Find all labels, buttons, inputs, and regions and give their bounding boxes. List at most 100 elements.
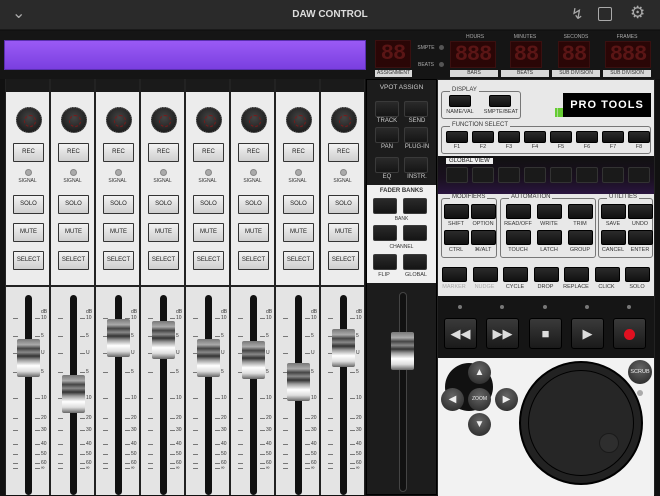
- function-key-button[interactable]: [498, 131, 520, 143]
- fast-forward-button[interactable]: ▶▶: [486, 318, 519, 349]
- nudge-button[interactable]: [472, 267, 498, 282]
- global-view-button[interactable]: [524, 167, 546, 183]
- mute-button[interactable]: MUTE: [103, 223, 134, 242]
- track-button[interactable]: [375, 101, 399, 117]
- automation-button[interactable]: [537, 204, 562, 219]
- select-button[interactable]: SELECT: [238, 251, 269, 270]
- jog-wheel[interactable]: [519, 361, 643, 485]
- cycle-button[interactable]: [503, 267, 528, 282]
- fader-cap[interactable]: [332, 329, 355, 368]
- rewind-button[interactable]: ◀◀: [444, 318, 477, 349]
- up-arrow-button[interactable]: ▲: [468, 361, 491, 384]
- rec-button[interactable]: REC: [13, 143, 44, 162]
- select-button[interactable]: SELECT: [13, 251, 44, 270]
- vpot-knob[interactable]: [61, 107, 87, 133]
- solo-button[interactable]: [625, 267, 650, 282]
- global-button[interactable]: [403, 254, 427, 270]
- function-key-button[interactable]: [576, 131, 598, 143]
- select-button[interactable]: SELECT: [193, 251, 224, 270]
- modifier-button[interactable]: [471, 230, 496, 245]
- click-button[interactable]: [594, 267, 620, 282]
- utility-button[interactable]: [628, 230, 653, 245]
- name-val-button[interactable]: [449, 95, 471, 107]
- fader-track[interactable]: [340, 295, 347, 495]
- global-view-button[interactable]: [628, 167, 650, 183]
- vpot-knob[interactable]: [331, 107, 357, 133]
- rec-button[interactable]: REC: [193, 143, 224, 162]
- function-key-button[interactable]: [628, 131, 650, 143]
- box-icon[interactable]: [598, 7, 612, 21]
- fader-cap[interactable]: [242, 341, 265, 380]
- automation-button[interactable]: [568, 230, 593, 245]
- solo-button[interactable]: SOLO: [103, 195, 134, 214]
- utility-button[interactable]: [628, 204, 653, 219]
- rec-button[interactable]: REC: [148, 143, 179, 162]
- mute-button[interactable]: MUTE: [148, 223, 179, 242]
- select-button[interactable]: SELECT: [328, 251, 359, 270]
- vpot-knob[interactable]: [16, 107, 42, 133]
- eq-button[interactable]: [375, 157, 399, 173]
- fader-cap[interactable]: [17, 339, 40, 378]
- vpot-knob[interactable]: [241, 107, 267, 133]
- global-view-button[interactable]: [472, 167, 494, 183]
- function-key-button[interactable]: [446, 131, 468, 143]
- automation-button[interactable]: [506, 204, 531, 219]
- select-button[interactable]: SELECT: [103, 251, 134, 270]
- zoom-button[interactable]: ZOOM: [468, 388, 491, 411]
- down-arrow-button[interactable]: ▼: [468, 413, 491, 436]
- right-arrow-button[interactable]: ▶: [495, 388, 518, 411]
- function-key-button[interactable]: [602, 131, 624, 143]
- global-view-button[interactable]: [602, 167, 624, 183]
- mute-button[interactable]: MUTE: [13, 223, 44, 242]
- fader-track[interactable]: [205, 295, 212, 495]
- flip-button[interactable]: [373, 254, 397, 270]
- fader-track[interactable]: [250, 295, 257, 495]
- master-fader-cap[interactable]: [391, 332, 414, 371]
- instr-button[interactable]: [404, 157, 428, 173]
- plugin-button[interactable]: [404, 127, 428, 143]
- gear-icon[interactable]: ⚙: [630, 3, 645, 23]
- global-view-button[interactable]: [446, 167, 468, 183]
- function-key-button[interactable]: [472, 131, 494, 143]
- modifier-button[interactable]: [471, 204, 496, 219]
- drop-button[interactable]: [533, 267, 559, 282]
- automation-button[interactable]: [537, 230, 562, 245]
- vpot-knob[interactable]: [106, 107, 132, 133]
- record-button[interactable]: [613, 318, 646, 349]
- utility-button[interactable]: [601, 204, 626, 219]
- modifier-button[interactable]: [444, 204, 469, 219]
- mute-button[interactable]: MUTE: [328, 223, 359, 242]
- select-button[interactable]: SELECT: [58, 251, 89, 270]
- channel-right-button[interactable]: [403, 225, 427, 241]
- vpot-knob[interactable]: [196, 107, 222, 133]
- solo-button[interactable]: SOLO: [193, 195, 224, 214]
- mute-button[interactable]: MUTE: [193, 223, 224, 242]
- automation-button[interactable]: [506, 230, 531, 245]
- fader-track[interactable]: [25, 295, 32, 495]
- scrub-button[interactable]: SCRUB: [628, 360, 652, 384]
- left-arrow-button[interactable]: ◀: [441, 388, 464, 411]
- master-fader-track[interactable]: [399, 292, 407, 492]
- mute-button[interactable]: MUTE: [238, 223, 269, 242]
- global-view-button[interactable]: [576, 167, 598, 183]
- select-button[interactable]: SELECT: [283, 251, 314, 270]
- bank-right-button[interactable]: [403, 198, 427, 214]
- mute-button[interactable]: MUTE: [283, 223, 314, 242]
- fader-cap[interactable]: [287, 362, 310, 401]
- fader-cap[interactable]: [62, 374, 85, 413]
- stop-button[interactable]: ■: [529, 318, 562, 349]
- play-button[interactable]: ▶: [571, 318, 604, 349]
- fader-cap[interactable]: [107, 319, 130, 358]
- rec-button[interactable]: REC: [103, 143, 134, 162]
- function-key-button[interactable]: [550, 131, 572, 143]
- automation-button[interactable]: [568, 204, 593, 219]
- solo-button[interactable]: SOLO: [148, 195, 179, 214]
- vpot-knob[interactable]: [151, 107, 177, 133]
- solo-button[interactable]: SOLO: [58, 195, 89, 214]
- marker-button[interactable]: [442, 267, 467, 282]
- bolt-icon[interactable]: ↯: [571, 5, 584, 23]
- solo-button[interactable]: SOLO: [328, 195, 359, 214]
- replace-button[interactable]: [564, 267, 589, 282]
- mute-button[interactable]: MUTE: [58, 223, 89, 242]
- function-key-button[interactable]: [524, 131, 546, 143]
